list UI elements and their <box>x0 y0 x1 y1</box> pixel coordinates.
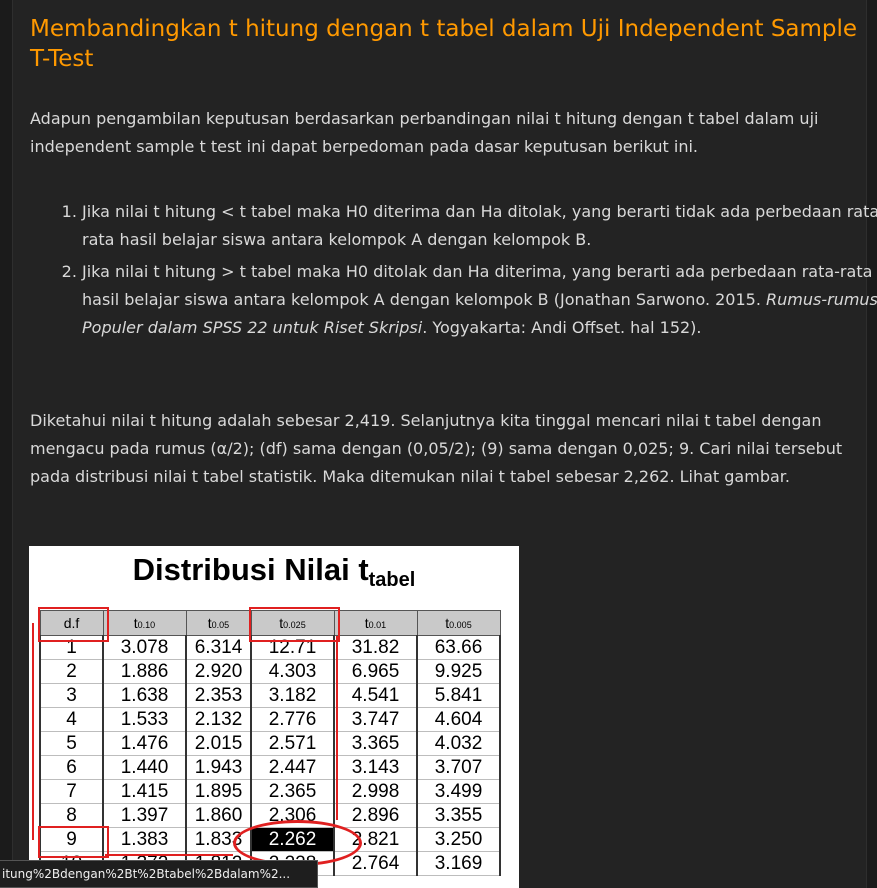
table-cell: 7 <box>39 779 104 804</box>
table-row: 5 1.476 2.015 2.571 3.365 4.032 <box>39 731 501 756</box>
table-cell: 1.943 <box>185 755 252 780</box>
table-cell: 9.925 <box>416 659 501 684</box>
table-header-cell: t0.10 <box>102 610 187 636</box>
table-cell: 2.920 <box>185 659 252 684</box>
table-row: 2 1.886 2.920 4.303 6.965 9.925 <box>39 659 501 684</box>
list-item: Jika nilai t hitung < t tabel maka H0 di… <box>82 198 877 254</box>
table-cell: 1.415 <box>102 779 187 804</box>
article-heading: Membandingkan t hitung dengan t tabel da… <box>30 16 858 72</box>
table-cell: 1.383 <box>102 827 187 852</box>
figure-title-main: Distribusi Nilai t <box>132 552 369 587</box>
table-cell: 1.397 <box>102 803 187 828</box>
alpha-guide-line <box>336 635 338 820</box>
table-row: 4 1.533 2.132 2.776 3.747 4.604 <box>39 707 501 732</box>
row-guide-line <box>105 853 233 856</box>
table-cell: 3.499 <box>416 779 501 804</box>
list-item: Jika nilai t hitung > t tabel maka H0 di… <box>82 258 877 342</box>
header-subscript: 0.005 <box>449 620 472 630</box>
table-header-cell: t0.05 <box>185 610 252 636</box>
table-cell: 6.965 <box>333 659 418 684</box>
table-cell: 3.182 <box>250 683 335 708</box>
table-header-cell: t0.01 <box>333 610 418 636</box>
table-cell: 2.896 <box>333 803 418 828</box>
table-cell: 4.303 <box>250 659 335 684</box>
table-cell: 3.143 <box>333 755 418 780</box>
table-cell: 3.078 <box>102 635 187 660</box>
header-subscript: 0.10 <box>137 620 156 630</box>
table-cell: 2.015 <box>185 731 252 756</box>
table-cell: 2.447 <box>250 755 335 780</box>
table-cell: 5.841 <box>416 683 501 708</box>
status-bar-url: itung%2Bdengan%2Bt%2Btabel%2Bdalam%2... <box>0 860 318 888</box>
table-cell: 2.132 <box>185 707 252 732</box>
rule-text: Jika nilai t hitung < t tabel maka H0 di… <box>82 202 877 249</box>
table-header-cell: t0.005 <box>416 610 501 636</box>
table-cell: 3.747 <box>333 707 418 732</box>
table-cell: 2.998 <box>333 779 418 804</box>
df-header-marker <box>38 606 109 642</box>
table-cell: 2.571 <box>250 731 335 756</box>
rule-citation: . Yogyakarta: Andi Offset. hal 152). <box>422 318 702 337</box>
conclusion-paragraph: Diketahui nilai t hitung adalah sebesar … <box>30 411 843 486</box>
alpha-header-marker <box>249 606 340 642</box>
table-cell: 3.250 <box>416 827 501 852</box>
df-guide-line <box>32 623 34 840</box>
rule-text: Jika nilai t hitung > t tabel maka H0 di… <box>82 262 873 309</box>
table-cell: 1.895 <box>185 779 252 804</box>
table-cell: 1.533 <box>102 707 187 732</box>
table-row: 7 1.415 1.895 2.365 2.998 3.499 <box>39 779 501 804</box>
table-cell: 1.886 <box>102 659 187 684</box>
t-table-figure: Distribusi Nilai ttabel d.f t0.10 t0.05 t0.… <box>29 546 519 888</box>
table-row: 6 1.440 1.943 2.447 3.143 3.707 <box>39 755 501 780</box>
table-cell: 6.314 <box>185 635 252 660</box>
table-cell: 1.860 <box>185 803 252 828</box>
table-cell: 6 <box>39 755 104 780</box>
table-cell: 3.355 <box>416 803 501 828</box>
table-cell: 4.032 <box>416 731 501 756</box>
figure-title: Distribusi Nilai ttabel <box>29 552 519 592</box>
intro-paragraph: Adapun pengambilan keputusan berdasarkan… <box>30 109 819 156</box>
figure-title-sub: tabel <box>368 569 416 591</box>
table-cell: 2.365 <box>250 779 335 804</box>
table-cell: 1.476 <box>102 731 187 756</box>
table-cell: 2.776 <box>250 707 335 732</box>
table-cell: 3.169 <box>416 851 501 876</box>
table-cell: 1.440 <box>102 755 187 780</box>
df-row-marker <box>38 825 109 858</box>
table-cell: 3 <box>39 683 104 708</box>
header-subscript: 0.01 <box>368 620 387 630</box>
table-cell: 5 <box>39 731 104 756</box>
table-cell: 4.541 <box>333 683 418 708</box>
decision-rules-list: Jika nilai t hitung < t tabel maka H0 di… <box>30 198 877 346</box>
header-subscript: 0.05 <box>211 620 230 630</box>
table-cell: 31.82 <box>333 635 418 660</box>
table-cell: 2 <box>39 659 104 684</box>
table-cell: 2.353 <box>185 683 252 708</box>
table-cell: 8 <box>39 803 104 828</box>
table-cell: 3.365 <box>333 731 418 756</box>
table-cell: 1.638 <box>102 683 187 708</box>
table-cell: 4.604 <box>416 707 501 732</box>
table-cell: 63.66 <box>416 635 501 660</box>
value-circle-marker <box>233 819 362 866</box>
table-row: 3 1.638 2.353 3.182 4.541 5.841 <box>39 683 501 708</box>
table-cell: 4 <box>39 707 104 732</box>
table-cell: 3.707 <box>416 755 501 780</box>
